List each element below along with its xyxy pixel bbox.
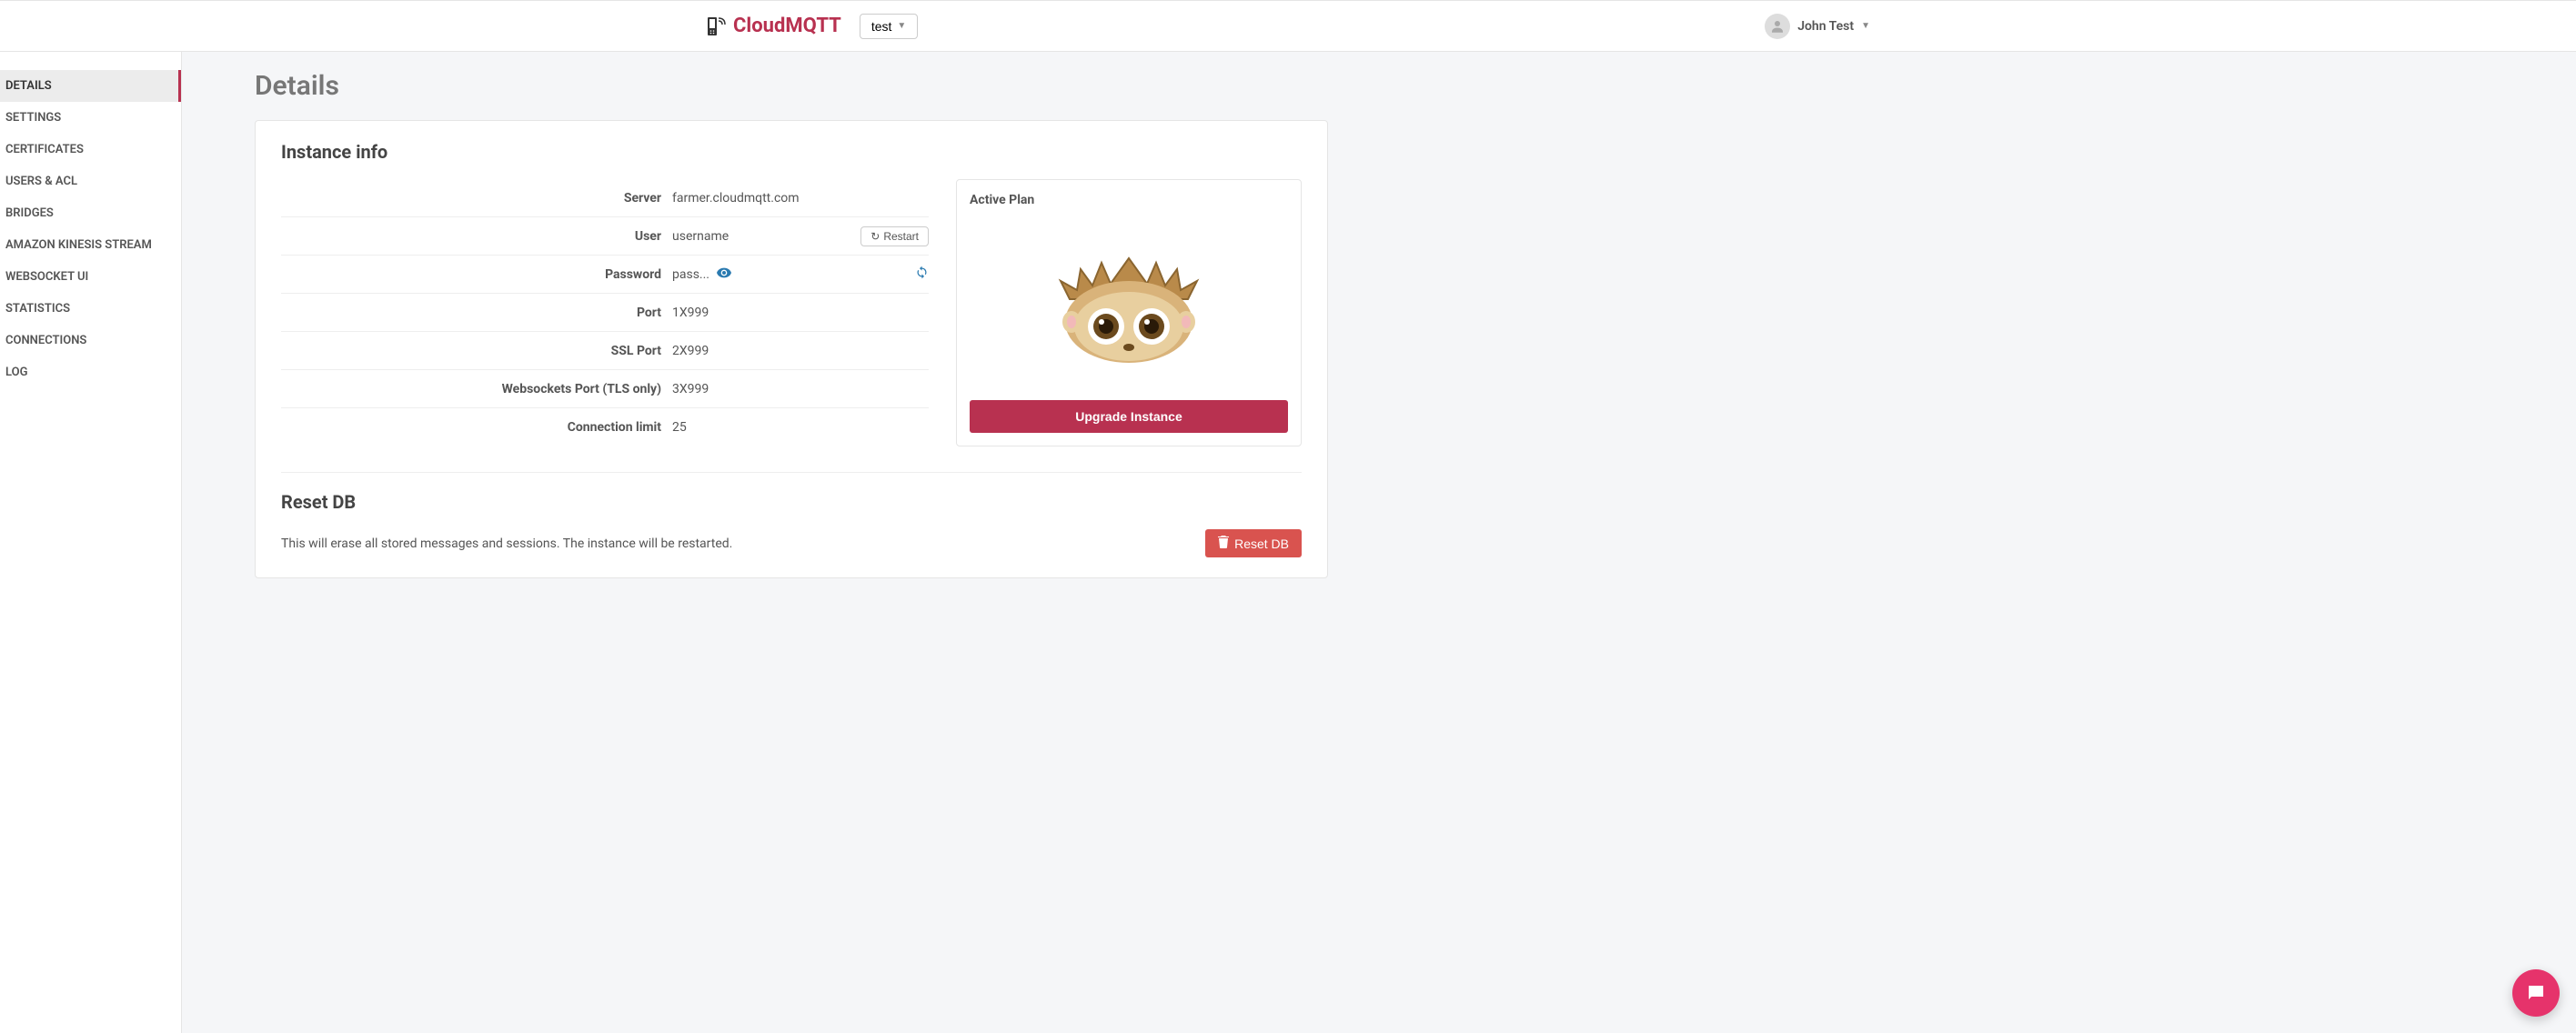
sidebar-item-statistics[interactable]: STATISTICS [0, 293, 181, 325]
reset-db-description: This will erase all stored messages and … [281, 537, 732, 551]
value-port: 1X999 [672, 306, 709, 320]
row-ws-port: Websockets Port (TLS only) 3X999 [281, 370, 929, 408]
instance-info-table: Server farmer.cloudmqtt.com User usernam… [281, 179, 929, 446]
trash-icon [1218, 536, 1229, 551]
sidebar-item-log[interactable]: LOG [0, 356, 181, 388]
row-conn-limit: Connection limit 25 [281, 408, 929, 446]
brand-name: CloudMQTT [733, 15, 841, 37]
reset-db-button[interactable]: Reset DB [1205, 529, 1302, 557]
sidebar-item-settings[interactable]: SETTINGS [0, 102, 181, 134]
reset-db-title: Reset DB [281, 491, 1302, 513]
value-ssl-port: 2X999 [672, 344, 709, 358]
instance-info-title: Instance info [281, 141, 1302, 163]
row-server: Server farmer.cloudmqtt.com [281, 179, 929, 217]
cloudmqtt-logo-icon [706, 14, 728, 39]
page-title: Details [255, 70, 1328, 102]
instance-selector[interactable]: test ▼ [860, 14, 918, 39]
label-user: User [281, 229, 672, 244]
sidebar-item-bridges[interactable]: BRIDGES [0, 197, 181, 229]
row-port: Port 1X999 [281, 294, 929, 332]
refresh-password-icon[interactable] [915, 266, 929, 283]
eye-icon[interactable] [717, 267, 731, 282]
reset-db-button-label: Reset DB [1234, 537, 1289, 551]
divider [281, 472, 1302, 473]
label-conn-limit: Connection limit [281, 420, 672, 435]
sidebar-item-certificates[interactable]: CERTIFICATES [0, 134, 181, 165]
instance-selector-label: test [871, 19, 892, 34]
sidebar: DETAILS SETTINGS CERTIFICATES USERS & AC… [0, 52, 182, 1033]
row-user: User username ↻ Restart [281, 217, 929, 256]
upgrade-instance-button[interactable]: Upgrade Instance [970, 400, 1288, 433]
row-password: Password pass... [281, 256, 929, 294]
brand-logo[interactable]: CloudMQTT [706, 14, 841, 39]
label-password: Password [281, 267, 672, 282]
user-name: John Test [1797, 19, 1854, 34]
restart-icon: ↻ [870, 230, 880, 243]
restart-label: Restart [883, 230, 919, 243]
details-panel: Instance info Server farmer.cloudmqtt.co… [255, 120, 1328, 578]
label-ws-port: Websockets Port (TLS only) [281, 382, 672, 396]
value-server: farmer.cloudmqtt.com [672, 191, 800, 206]
value-conn-limit: 25 [672, 420, 687, 435]
sidebar-item-websocket-ui[interactable]: WEBSOCKET UI [0, 261, 181, 293]
user-menu[interactable]: John Test ▼ [1765, 14, 1870, 39]
value-user: username [672, 229, 729, 244]
help-fab[interactable] [2512, 969, 2560, 1017]
plan-title: Active Plan [970, 193, 1288, 207]
caret-down-icon: ▼ [897, 21, 906, 31]
value-password: pass... [672, 267, 709, 282]
row-ssl-port: SSL Port 2X999 [281, 332, 929, 370]
main-content: Details Instance info Server farmer.clou… [182, 52, 1383, 1033]
chat-icon [2525, 982, 2547, 1004]
label-server: Server [281, 191, 672, 206]
label-port: Port [281, 306, 672, 320]
active-plan-card: Active Plan [956, 179, 1302, 446]
restart-button[interactable]: ↻ Restart [860, 226, 929, 246]
value-ws-port: 3X999 [672, 382, 709, 396]
sidebar-item-users-acl[interactable]: USERS & ACL [0, 165, 181, 197]
caret-down-icon: ▼ [1861, 21, 1870, 31]
sidebar-item-kinesis[interactable]: AMAZON KINESIS STREAM [0, 229, 181, 261]
sidebar-item-details[interactable]: DETAILS [0, 70, 181, 102]
topbar: CloudMQTT test ▼ John Test ▼ [0, 0, 2576, 52]
sidebar-item-connections[interactable]: CONNECTIONS [0, 325, 181, 356]
label-ssl-port: SSL Port [281, 344, 672, 358]
plan-mascot-icon [970, 216, 1288, 400]
avatar-icon [1765, 14, 1790, 39]
